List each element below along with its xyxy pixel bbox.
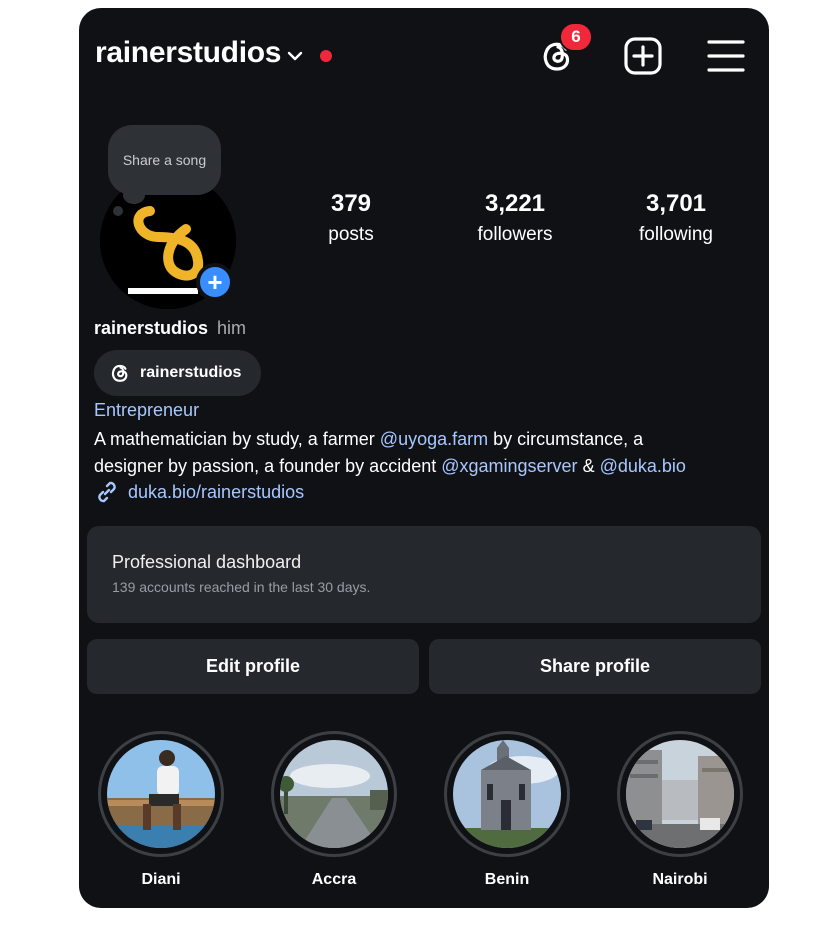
bio-text: by circumstance, a: [488, 429, 644, 449]
following-label: following: [639, 224, 713, 245]
threads-handle: rainerstudios: [140, 364, 242, 381]
mention-link[interactable]: @uyoga.farm: [380, 429, 488, 449]
add-post-icon[interactable]: [623, 36, 663, 76]
bio: A mathematician by study, a farmer @uyog…: [94, 426, 754, 480]
bio-text: A mathematician by study, a farmer: [94, 429, 380, 449]
highlight-image: [626, 740, 734, 848]
posts-count: 379: [330, 190, 372, 217]
highlight-nairobi[interactable]: Nairobi: [617, 731, 743, 889]
edit-profile-button[interactable]: Edit profile: [87, 639, 419, 694]
share-song-tooltip[interactable]: Share a song: [108, 125, 221, 195]
highlight-benin[interactable]: Benin: [444, 731, 570, 889]
highlight-image: [107, 740, 215, 848]
highlight-ring: [98, 731, 224, 857]
following-count: 3,701: [645, 190, 707, 217]
followers-stat[interactable]: 3,221 followers: [445, 190, 585, 246]
highlight-diani[interactable]: Diani: [98, 731, 224, 889]
followers-label: followers: [477, 224, 553, 245]
share-profile-button[interactable]: Share profile: [429, 639, 761, 694]
highlight-label: Accra: [311, 871, 357, 888]
unread-dot: [320, 50, 332, 62]
bio-text: designer by passion, a founder by accide…: [94, 456, 442, 476]
dashboard-subtitle: 139 accounts reached in the last 30 days…: [112, 579, 371, 595]
account-switcher[interactable]: rainerstudios: [95, 36, 281, 70]
tooltip-tail-dot: [113, 206, 123, 216]
highlight-label: Diani: [141, 871, 181, 888]
profile-name: rainerstudios: [94, 318, 209, 338]
dashboard-title: Professional dashboard: [112, 552, 302, 572]
profile-category[interactable]: Entrepreneur: [94, 400, 199, 421]
threads-profile-chip[interactable]: rainerstudios: [94, 350, 261, 396]
followers-count: 3,221: [484, 190, 546, 217]
highlight-label: Nairobi: [652, 871, 708, 888]
highlight-ring: [444, 731, 570, 857]
highlight-ring: [617, 731, 743, 857]
chevron-down-icon[interactable]: [287, 48, 303, 64]
highlight-accra[interactable]: Accra: [271, 731, 397, 889]
highlight-ring: [271, 731, 397, 857]
website-link[interactable]: duka.bio/rainerstudios: [94, 479, 304, 505]
professional-dashboard[interactable]: Professional dashboard 139 accounts reac…: [87, 526, 761, 623]
mention-link[interactable]: @xgamingserver: [441, 456, 577, 476]
threads-icon: [111, 364, 128, 382]
profile-screen: rainerstudios 6 Share a song + 379 posts…: [79, 8, 769, 908]
plus-icon[interactable]: +: [196, 263, 234, 301]
mention-link[interactable]: @duka.bio: [600, 456, 686, 476]
link-icon: [98, 481, 116, 503]
website-url: duka.bio/rainerstudios: [128, 481, 305, 502]
menu-icon[interactable]: [707, 38, 745, 74]
following-stat[interactable]: 3,701 following: [606, 190, 746, 246]
posts-stat[interactable]: 379 posts: [281, 190, 421, 246]
bio-text: &: [577, 456, 600, 476]
pronouns: him: [217, 318, 247, 338]
highlight-image: [280, 740, 388, 848]
posts-label: posts: [328, 224, 374, 245]
highlight-image: [453, 740, 561, 848]
highlight-label: Benin: [484, 871, 530, 888]
notification-badge: 6: [559, 22, 593, 52]
